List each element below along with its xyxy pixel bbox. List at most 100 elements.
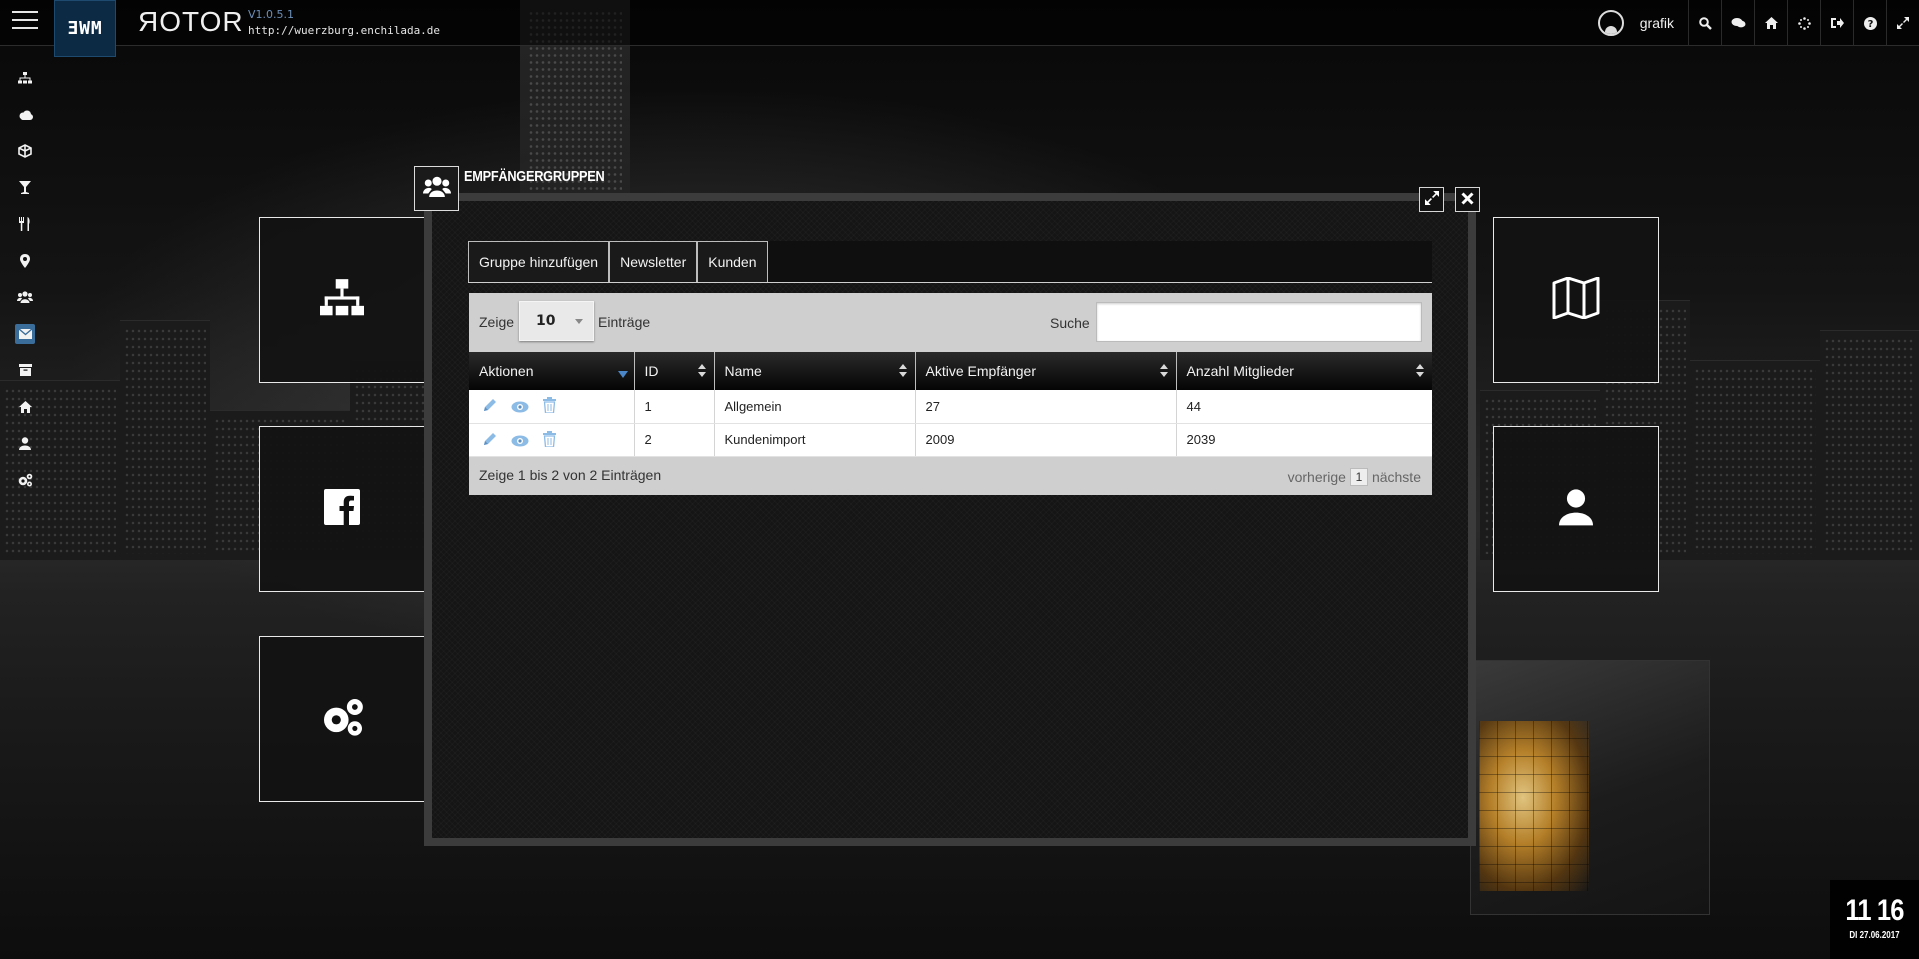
tab-add-group[interactable]: Gruppe hinzufügen [468,241,610,282]
tile-user[interactable] [1493,426,1659,592]
pagination-next[interactable]: nächste [1372,469,1421,485]
maximize-button[interactable] [1419,187,1444,212]
column-header-actions[interactable]: Aktionen [469,352,634,390]
sidebar-item-sitemap[interactable] [0,60,50,97]
company-logo[interactable]: ƎWM [54,0,116,57]
datatable-controls: Zeige 10 Einträge Suche [469,293,1432,352]
close-button[interactable] [1455,187,1480,212]
cogs-icon [15,470,35,490]
spinner-icon[interactable] [1787,0,1820,46]
expand-icon [1424,190,1439,209]
length-label-before: Zeige [479,314,515,330]
home-icon [15,397,35,417]
edit-icon[interactable] [479,428,501,450]
sitemap-icon [320,279,364,321]
tile-sitemap[interactable] [259,217,425,383]
search-label: Suche [1050,315,1090,331]
delete-icon[interactable] [538,394,560,416]
column-header-name[interactable]: Name [713,352,915,390]
hamburger-menu-icon[interactable] [12,11,38,33]
table-row: 1 Allgemein 27 44 [469,390,1432,424]
chevron-down-icon [575,319,583,324]
archive-icon [15,360,35,380]
cell-name: Kundenimport [713,423,915,457]
tab-newsletter[interactable]: Newsletter [609,241,698,282]
sidebar-item-newsletter[interactable] [0,316,50,353]
pagination: vorherige 1 nächste [1288,467,1421,486]
envelope-icon [15,323,35,344]
groups-table: Aktionen ID Name Aktive Empfänger Anzahl… [469,352,1432,457]
sort-icon [898,364,907,378]
tile-map[interactable] [1493,217,1659,383]
edit-icon[interactable] [479,394,501,416]
delete-icon[interactable] [538,428,560,450]
datatable: Zeige 10 Einträge Suche Aktionen ID Name… [469,293,1432,495]
cell-active-recipients: 27 [914,390,1176,424]
table-info: Zeige 1 bis 2 von 2 Einträgen [479,466,662,483]
clock-time: 11 16 [1845,894,1904,927]
sidebar-item-location[interactable] [0,243,50,280]
map-icon [1552,276,1600,323]
sort-desc-icon [617,371,628,378]
column-header-active-recipients[interactable]: Aktive Empfänger [914,352,1176,390]
sort-icon [1416,364,1424,378]
map-marker-icon [15,251,35,271]
sidebar-item-home[interactable] [0,389,50,426]
row-actions [469,390,634,424]
top-bar: ЯOTOR V1.0.5.1 http://wuerzburg.enchilad… [0,0,1919,46]
user-avatar-icon[interactable] [1597,10,1624,36]
sidebar-item-groups[interactable] [0,279,50,316]
search-icon[interactable] [1688,0,1721,46]
expand-icon[interactable] [1886,0,1919,46]
cutlery-icon [15,214,35,234]
users-icon [15,287,35,307]
cell-id: 2 [633,423,714,457]
view-icon[interactable] [509,430,531,452]
chat-icon[interactable] [1721,0,1754,46]
sidebar-item-cube[interactable] [0,133,50,170]
pagination-page[interactable]: 1 [1349,467,1368,486]
cocktail-icon [15,178,35,198]
dialog-panel [424,193,1476,846]
user-icon [1559,488,1593,530]
app-version: V1.0.5.1 [248,8,295,21]
sidebar-item-settings[interactable] [0,462,50,499]
tab-customers[interactable]: Kunden [697,241,768,282]
length-label-after: Einträge [598,314,651,330]
cogs-icon [319,697,365,741]
sidebar-item-cocktail[interactable] [0,170,50,207]
tile-facebook[interactable] [259,426,425,592]
sidebar-item-cloud[interactable] [0,97,50,134]
cell-member-count: 44 [1175,390,1432,424]
left-sidebar [0,60,50,498]
cell-member-count: 2039 [1175,423,1432,457]
help-icon[interactable]: ? [1853,0,1886,46]
search-input[interactable] [1096,302,1422,342]
clock-widget: 11 16 DI 27.06.2017 [1830,880,1919,959]
logout-icon[interactable] [1820,0,1853,46]
user-icon [15,433,35,453]
pagination-previous[interactable]: vorherige [1288,469,1346,485]
cube-icon [15,141,35,161]
sidebar-item-user[interactable] [0,425,50,462]
sort-icon [1159,364,1168,378]
sidebar-item-archive[interactable] [0,352,50,389]
column-header-member-count[interactable]: Anzahl Mitglieder [1175,352,1432,390]
tile-settings[interactable] [259,636,425,802]
cell-name: Allgemein [713,390,915,424]
sidebar-item-restaurant[interactable] [0,206,50,243]
view-icon[interactable] [509,396,531,418]
table-row: 2 Kundenimport 2009 2039 [469,423,1432,457]
close-icon [1461,191,1474,209]
site-url: http://wuerzburg.enchilada.de [248,24,441,37]
users-icon [422,176,451,201]
brand-name: ЯOTOR [138,6,244,37]
column-header-id[interactable]: ID [633,352,714,390]
cloud-icon [15,105,35,125]
entries-per-page-value: 10 [536,313,556,329]
background-cube-sculpture [1470,660,1710,915]
home-icon[interactable] [1754,0,1787,46]
cell-id: 1 [633,390,714,424]
entries-per-page-select[interactable]: 10 [519,301,594,341]
username[interactable]: grafik [1640,15,1674,31]
